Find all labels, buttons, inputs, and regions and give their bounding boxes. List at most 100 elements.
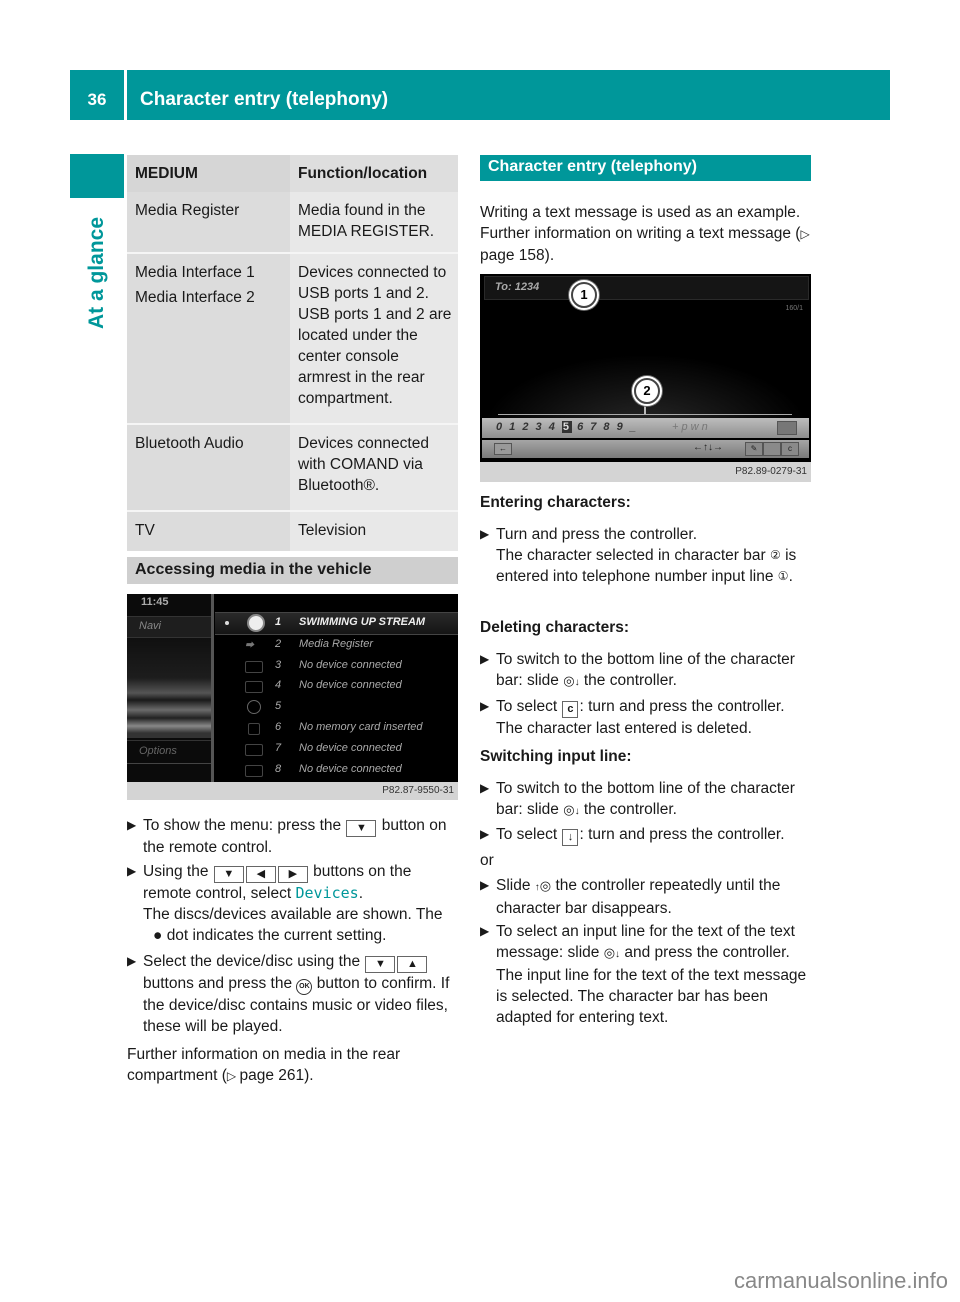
device-item: 3 No device connected: [215, 656, 458, 677]
character-counter: 160/1: [785, 305, 803, 312]
device-item: 6 No memory card inserted: [215, 718, 458, 739]
step-select-text-line: ▶ To select an input line for the text o…: [480, 923, 807, 1026]
character-mode: + p w n: [672, 421, 708, 433]
delete-key-icon: c: [562, 701, 579, 718]
control-bar: ← ←↑↓→ ✎ c: [482, 440, 809, 458]
callout-2-ref: ②: [769, 548, 781, 562]
active-dot-icon: [225, 621, 229, 625]
step-arrow-icon: ▶: [480, 652, 490, 666]
down-key-icon: ▼: [213, 866, 244, 883]
medium-cell: TV: [127, 510, 290, 551]
table-row: Media Interface 1 Media Interface 2 Devic…: [127, 252, 458, 424]
menu-navi: Navi: [127, 616, 211, 638]
function-cell: Devices connected with COMAND via Blueto…: [290, 423, 458, 511]
left-key-icon: ◀: [245, 866, 276, 883]
further-info-rear: Further information on media in the rear…: [127, 1046, 401, 1084]
step-arrow-icon: ▶: [480, 699, 490, 713]
heading-entering-characters: Entering characters:: [480, 494, 631, 511]
delete-key-icon: c: [781, 442, 799, 456]
step-delete-select: ▶ To select c: turn and press the contro…: [480, 698, 785, 737]
section-tab-marker: [70, 154, 124, 198]
step-switch-bottom-line: ▶ To switch to the bottom line of the ch…: [480, 778, 815, 822]
watermark: carmanualsonline.info: [733, 1268, 948, 1293]
function-cell: Television: [290, 510, 458, 551]
step-delete-switch: ▶ To switch to the bottom line of the ch…: [480, 649, 815, 693]
page-number: 36: [70, 70, 124, 120]
page-ref-arrow-icon: ▷: [800, 227, 810, 241]
column-header-function: Function/location: [290, 155, 458, 192]
step-show-menu: ▶ To show the menu: press the ▼ button o…: [127, 817, 447, 856]
step-arrow-icon: ▶: [480, 781, 490, 795]
step-switch-select: ▶ To select ↓: turn and press the contro…: [480, 824, 815, 846]
page-title: Character entry (telephony): [127, 70, 890, 120]
step-select-devices: ▶ Using the ▼ ◀ ▶ buttons on the remote co…: [127, 863, 443, 944]
step-arrow-icon: ▶: [127, 864, 137, 878]
controller-slide-down-icon: ◎↓: [603, 945, 621, 960]
ok-button-icon: OK: [296, 979, 313, 995]
usb-device-icon: [245, 743, 263, 756]
step-slide-up: ▶ Slide ↑◎ the controller repeatedly unt…: [480, 877, 781, 917]
device-item: 8 No device connected: [215, 760, 458, 781]
background-image: [127, 638, 211, 738]
disc-icon: [247, 614, 265, 632]
keyboard-icon: [777, 421, 797, 435]
medium-cell: Media Register: [127, 192, 290, 253]
device-item: 1 SWIMMING UP STREAM: [215, 612, 458, 635]
table-row: TV Television: [127, 510, 458, 551]
heading-deleting-characters: Deleting characters:: [480, 619, 630, 636]
controller-slide-down-icon: ◎↓: [563, 673, 580, 688]
back-icon: ←: [494, 443, 512, 455]
step-arrow-icon: ▶: [127, 818, 137, 832]
table-row: Bluetooth Audio Devices connected with C…: [127, 423, 458, 511]
device-item: 4 No device connected: [215, 676, 458, 697]
character-entry-screenshot: To: 1234 160/1 0 1 2 3 4 5 6 7 8 9 _ + p…: [480, 274, 811, 482]
devices-menu-label: Devices: [295, 884, 359, 902]
menu-options: Options: [127, 740, 211, 764]
section-heading-accessing-media: Accessing media in the vehicle: [127, 557, 458, 584]
clock: 11:45: [141, 596, 169, 608]
medium-cell: Bluetooth Audio: [127, 423, 290, 511]
telephone-number-input-line: To: 1234: [484, 276, 809, 300]
controller-slide-up-icon: ↑◎: [534, 878, 552, 893]
switch-line-key-icon: ↓: [562, 829, 579, 846]
media-menu-screenshot: 11:45 Navi Options 1 SWIMMING UP STREAM ⮕…: [127, 594, 458, 800]
left-panel: 11:45 Navi Options: [127, 594, 211, 782]
section-side-label: At a glance: [85, 216, 108, 329]
page-ref-arrow-icon: ▷: [226, 1069, 240, 1083]
step-entering: ▶ Turn and press the controller. The cha…: [480, 526, 797, 585]
page-reference-link[interactable]: page 158: [480, 247, 545, 264]
page-reference-link[interactable]: page 261: [239, 1067, 304, 1084]
or-separator: or: [480, 852, 494, 869]
callout-2: 2: [634, 378, 660, 404]
usb-device-icon: [245, 681, 263, 694]
media-register-icon: ⮕: [245, 639, 255, 650]
device-item: 7 No device connected: [215, 739, 458, 760]
step-arrow-icon: ▶: [127, 954, 137, 968]
down-key-icon: ▼: [365, 956, 396, 973]
heading-switching-input-line: Switching input line:: [480, 748, 632, 765]
image-caption: P82.89-0279-31: [480, 462, 811, 482]
usb-device-icon: [245, 660, 263, 673]
controller-slide-down-icon: ◎↓: [563, 802, 580, 817]
image-caption: P82.87-9550-31: [127, 782, 458, 800]
edit-icon: ✎: [745, 442, 763, 456]
column-header-medium: MEDIUM: [127, 155, 290, 192]
character-bar: 0 1 2 3 4 5 6 7 8 9 _ + p w n: [482, 418, 809, 438]
up-key-icon: ▲: [397, 956, 428, 973]
media-table: MEDIUM Function/location Media Register …: [127, 155, 458, 551]
device-item: ⮕ 2 Media Register: [245, 637, 373, 650]
disc-icon: [247, 700, 261, 715]
right-key-icon: ▶: [277, 866, 308, 883]
step-arrow-icon: ▶: [480, 827, 490, 841]
step-arrow-icon: ▶: [480, 878, 490, 892]
navigation-arrows-icon: ←↑↓→: [693, 442, 723, 453]
table-row: Media Register Media found in the MEDIA …: [127, 192, 458, 253]
step-select-device: ▶ Select the device/disc using the ▼ ▲ bu…: [127, 953, 450, 1035]
table-header-row: MEDIUM Function/location: [127, 155, 458, 192]
intro-paragraph: Writing a text message is used as an exa…: [480, 204, 810, 264]
blank-key-icon: [763, 442, 781, 456]
medium-cell: Media Interface 1 Media Interface 2: [127, 252, 290, 424]
usb-device-icon: [245, 764, 263, 777]
device-item: 5: [215, 697, 458, 718]
selected-character: 5: [561, 421, 573, 433]
